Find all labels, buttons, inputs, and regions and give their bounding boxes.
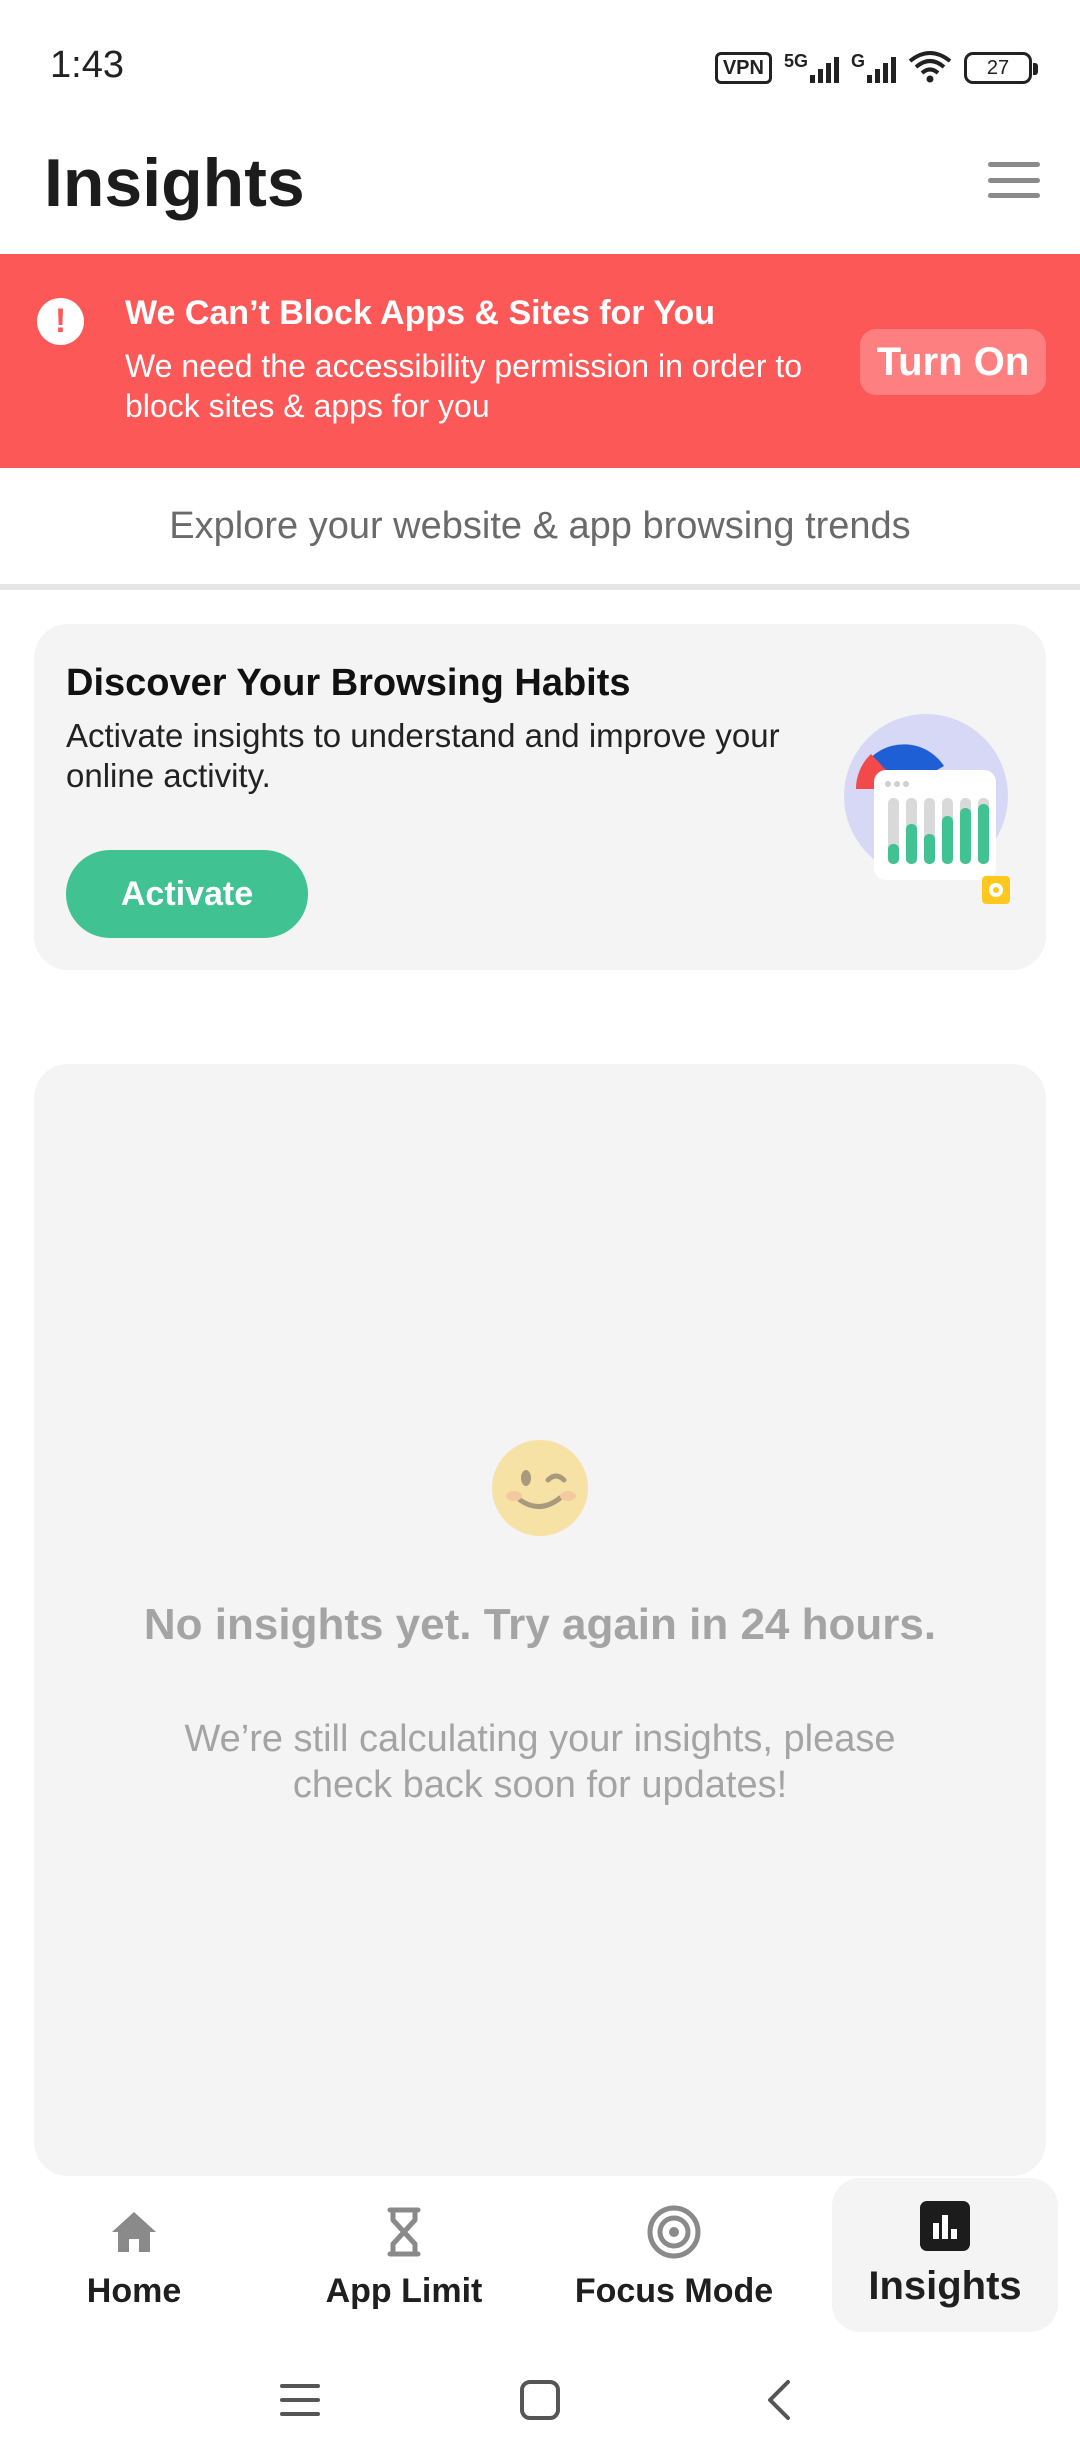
back-icon[interactable] — [750, 2370, 810, 2430]
alert-body: We need the accessibility permission in … — [125, 348, 803, 424]
nav-label-focus-mode: Focus Mode — [574, 2272, 774, 2310]
nav-item-home[interactable]: Home — [24, 2196, 244, 2324]
home-button-icon[interactable] — [510, 2370, 570, 2430]
discover-description: Activate insights to understand and impr… — [66, 717, 780, 794]
accessibility-alert-banner: ! We Can’t Block Apps & Sites for You We… — [0, 254, 1080, 468]
target-icon — [646, 2204, 702, 2260]
signal-g-icon: G — [850, 51, 896, 83]
status-icons: VPN 5G G 27 — [714, 48, 1038, 88]
battery-icon: 27 — [964, 52, 1038, 84]
bottom-navigation: Home App Limit Focus Mode Insights — [0, 2176, 1080, 2336]
signal-5g-icon: 5G — [783, 51, 839, 83]
recent-apps-icon[interactable] — [270, 2370, 330, 2430]
status-bar: 1:43 VPN 5G G 27 — [0, 0, 1080, 130]
bar-chart-icon — [917, 2198, 973, 2254]
vpn-icon: VPN — [714, 52, 772, 84]
nav-item-app-limit[interactable]: App Limit — [294, 2196, 514, 2324]
nav-item-focus-mode[interactable]: Focus Mode — [564, 2196, 784, 2324]
discover-title: Discover Your Browsing Habits — [66, 662, 631, 704]
exclamation-icon: ! — [37, 298, 84, 345]
network-type-1: 5G — [783, 51, 808, 71]
empty-state-title: No insights yet. Try again in 24 hours. — [143, 1600, 937, 1649]
battery-level: 27 — [986, 56, 1010, 79]
subtitle-strip: Explore your website & app browsing tren… — [0, 468, 1080, 590]
page-title: Insights — [44, 145, 305, 221]
activate-button[interactable]: Activate — [66, 850, 308, 938]
empty-insights-card: No insights yet. Try again in 24 hours. … — [34, 1064, 1046, 2176]
system-navigation-bar — [0, 2336, 1080, 2460]
insights-chart-illustration — [816, 704, 1016, 904]
hourglass-icon — [376, 2204, 432, 2260]
status-time: 1:43 — [50, 44, 124, 86]
network-type-2: G — [850, 51, 865, 71]
nav-label-insights: Insights — [868, 2264, 1022, 2308]
app-header: Insights — [0, 130, 1080, 254]
nav-label-home: Home — [86, 2272, 182, 2310]
turn-on-button[interactable]: Turn On — [860, 329, 1046, 395]
home-icon — [106, 2204, 162, 2260]
discover-habits-card: Discover Your Browsing Habits Activate i… — [34, 624, 1046, 970]
wifi-icon — [908, 49, 952, 88]
empty-state-description: We’re still calculating your insights, p… — [184, 1718, 896, 1806]
wink-emoji-icon — [490, 1438, 590, 1538]
nav-item-insights[interactable]: Insights — [832, 2178, 1058, 2332]
nav-label-app-limit: App Limit — [325, 2272, 483, 2310]
hamburger-menu-icon[interactable] — [986, 158, 1042, 202]
page-subtitle: Explore your website & app browsing tren… — [169, 504, 911, 547]
alert-title: We Can’t Block Apps & Sites for You — [125, 294, 716, 332]
